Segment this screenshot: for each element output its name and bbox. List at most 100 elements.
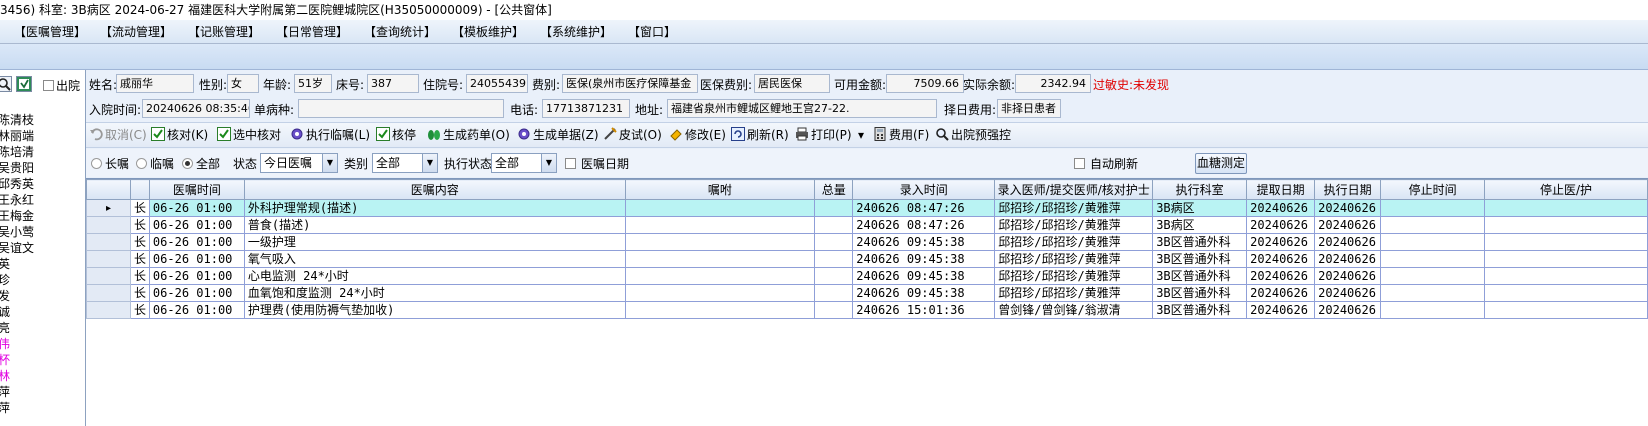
menu-order-management[interactable]: 【医嘱管理】: [14, 24, 86, 40]
refresh-button[interactable]: 刷新(R): [731, 127, 789, 143]
patient-list-item[interactable]: 吴谊文: [0, 240, 38, 256]
chevron-down-icon[interactable]: ▼: [422, 154, 437, 172]
column-header-instruction[interactable]: 嘱咐: [624, 179, 816, 200]
print-dropdown-arrow[interactable]: ▾: [858, 127, 864, 143]
long-term-radio[interactable]: [91, 158, 102, 169]
generate-sheet-button[interactable]: 生成单据(Z): [517, 127, 599, 143]
column-header-row-indicator[interactable]: [86, 179, 131, 200]
cell-instruction: [624, 250, 816, 268]
table-row[interactable]: 长 06-26 01:00 心电监测 24*小时 240626 09:45:38 邱招珍…: [86, 267, 1648, 285]
skin-test-label: 皮试(O): [619, 128, 662, 142]
column-header-exec-department[interactable]: 执行科室: [1152, 179, 1248, 200]
column-header-entry-time[interactable]: 录入时间: [852, 179, 996, 200]
modify-button[interactable]: 修改(E): [669, 127, 726, 143]
patient-list-item[interactable]: 王永红: [0, 192, 38, 208]
cell-row-indicator[interactable]: ▸: [86, 199, 131, 217]
menu-query-statistics[interactable]: 【查询统计】: [364, 24, 436, 40]
table-row[interactable]: 长 06-26 01:00 血氧饱和度监测 24*小时 240626 09:45:38…: [86, 284, 1648, 302]
cell-total-amount: [814, 199, 854, 217]
table-row[interactable]: ▸ 长 06-26 01:00 外科护理常规(描述) 240626 08:47:26 邱招…: [86, 199, 1648, 217]
column-header-entry-staff[interactable]: 录入医师/提交医师/核对护士: [994, 179, 1154, 200]
cell-row-indicator[interactable]: [86, 250, 131, 268]
menu-flow-management[interactable]: 【流动管理】: [100, 24, 172, 40]
generate-medicine-button[interactable]: 生成药单(O): [427, 127, 510, 143]
cell-stop-staff: [1484, 199, 1648, 217]
column-header-total-amount[interactable]: 总量: [814, 179, 854, 200]
column-header-stop-time[interactable]: 停止时间: [1380, 179, 1486, 200]
exec-status-select-value: 全部: [495, 156, 520, 170]
order-date-checkbox[interactable]: [565, 158, 576, 169]
select-patient-icon[interactable]: [16, 76, 32, 92]
column-header-order-content[interactable]: 医嘱内容: [243, 179, 626, 200]
discharged-checkbox[interactable]: [43, 80, 54, 91]
status-select[interactable]: 今日医嘱 ▼: [260, 153, 338, 173]
column-header-order-time[interactable]: 医嘱时间: [148, 179, 245, 200]
cell-row-indicator[interactable]: [86, 301, 131, 319]
patient-list-item[interactable]: 发: [0, 288, 38, 304]
chevron-down-icon[interactable]: ▼: [322, 154, 337, 172]
column-header-order-type[interactable]: [129, 179, 150, 200]
patient-list-item[interactable]: [0, 96, 40, 112]
table-row[interactable]: 长 06-26 01:00 氧气吸入 240626 09:45:38 邱招珍/邱招珍/黄…: [86, 250, 1648, 268]
check-selected-button[interactable]: 选中核对: [217, 127, 281, 143]
patient-list-item[interactable]: 邱秀英: [0, 176, 38, 192]
auto-refresh-checkbox[interactable]: [1074, 158, 1085, 169]
cell-instruction: [624, 267, 816, 285]
glucose-test-button[interactable]: 血糖测定: [1195, 153, 1247, 174]
patient-list-item[interactable]: 吴小莺: [0, 224, 38, 240]
category-select[interactable]: 全部 ▼: [372, 153, 438, 173]
cell-order-content: 心电监测 24*小时: [243, 267, 626, 285]
cell-row-indicator[interactable]: [86, 267, 131, 285]
table-row[interactable]: 长 06-26 01:00 护理费(使用防褥气垫加收) 240626 15:01:36…: [86, 301, 1648, 319]
patient-list-item[interactable]: 陈清枝: [0, 112, 38, 128]
cell-row-indicator[interactable]: [86, 284, 131, 302]
cell-entry-time: 240626 08:47:26: [852, 216, 996, 234]
print-button[interactable]: 打印(P): [795, 127, 852, 143]
chevron-down-icon[interactable]: ▼: [541, 154, 556, 172]
execute-temp-order-button[interactable]: 执行临嘱(L): [290, 127, 370, 143]
menu-window[interactable]: 【窗口】: [628, 24, 676, 40]
stop-check-button[interactable]: 核停: [376, 127, 416, 143]
cell-order-content: 普食(描述): [243, 216, 626, 234]
patient-list-item[interactable]: 萍: [0, 400, 38, 416]
patient-list-item[interactable]: 英: [0, 256, 38, 272]
check-button[interactable]: 核对(K): [151, 127, 208, 143]
patient-list-item[interactable]: 亮: [0, 320, 38, 336]
cell-stop-staff: [1484, 216, 1648, 234]
cell-exec-department: 3B区普通外科: [1152, 267, 1248, 285]
exec-status-select[interactable]: 全部 ▼: [491, 153, 557, 173]
patient-list-item[interactable]: 诚: [0, 304, 38, 320]
patient-list-item[interactable]: 杯: [0, 352, 38, 368]
cell-row-indicator[interactable]: [86, 216, 131, 234]
temporary-radio[interactable]: [136, 158, 147, 169]
column-header-exec-date[interactable]: 执行日期: [1314, 179, 1382, 200]
cost-button[interactable]: 费用(F): [873, 127, 929, 143]
discharge-control-button[interactable]: 出院预强控: [935, 127, 1011, 143]
patient-list-item[interactable]: 林丽端: [0, 128, 38, 144]
table-row[interactable]: 长 06-26 01:00 普食(描述) 240626 08:47:26 邱招珍/邱招珍…: [86, 216, 1648, 234]
menu-system-maintenance[interactable]: 【系统维护】: [540, 24, 612, 40]
menu-daily-management[interactable]: 【日常管理】: [276, 24, 348, 40]
all-radio[interactable]: [182, 158, 193, 169]
cell-entry-time: 240626 09:45:38: [852, 284, 996, 302]
patient-list-item[interactable]: 萍: [0, 384, 38, 400]
cell-order-content: 外科护理常规(描述): [243, 199, 626, 217]
cell-entry-time: 240626 08:47:26: [852, 199, 996, 217]
patient-list-item[interactable]: 林: [0, 368, 38, 384]
patient-list-item[interactable]: 陈培清: [0, 144, 38, 160]
patient-list-item[interactable]: 王梅金: [0, 208, 38, 224]
column-header-stop-staff[interactable]: 停止医/护: [1484, 179, 1648, 200]
cancel-button[interactable]: 取消(C): [89, 127, 147, 143]
patient-list-item[interactable]: 珍: [0, 272, 38, 288]
patient-list-item[interactable]: 伟: [0, 336, 38, 352]
search-icon[interactable]: [0, 76, 12, 92]
patient-list-item[interactable]: 吴贵阳: [0, 160, 38, 176]
table-row[interactable]: 长 06-26 01:00 一级护理 240626 09:45:38 邱招珍/邱招珍/黄…: [86, 233, 1648, 251]
cell-row-indicator[interactable]: [86, 233, 131, 251]
all-radio-label: 全部: [196, 157, 221, 171]
cell-order-type: 长: [129, 284, 150, 302]
column-header-extract-date[interactable]: 提取日期: [1246, 179, 1316, 200]
menu-template-maintenance[interactable]: 【模板维护】: [452, 24, 524, 40]
menu-billing-management[interactable]: 【记账管理】: [188, 24, 260, 40]
skin-test-button[interactable]: 皮试(O): [603, 127, 662, 143]
